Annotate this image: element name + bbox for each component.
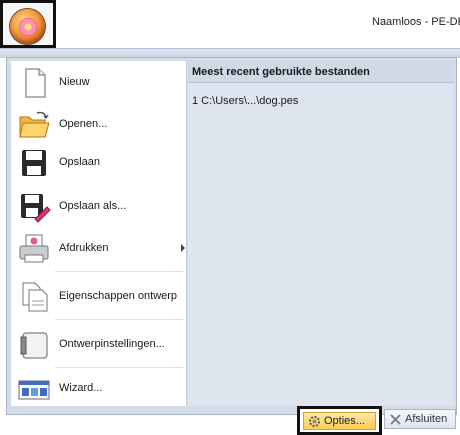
menu-item-label: Nieuw [59,76,90,88]
menu-item-label: Wizard... [59,382,103,394]
menu-separator [55,319,183,320]
menu-commands: Nieuw Openen... Opslaan Opslaan als... A… [11,61,187,406]
close-icon [390,413,401,425]
menu-item-label: Openen... [59,118,108,130]
recent-files-header: Meest recent gebruikte bestanden [188,61,454,83]
menu-item-opslaan[interactable]: Opslaan [11,141,187,185]
menu-item-wizard[interactable]: Wizard... [11,367,187,411]
exit-button-label: Afsluiten [405,413,448,425]
open-folder-icon [19,111,50,138]
menu-separator [55,271,183,272]
save-as-icon [21,194,51,223]
menu-item-label: Opslaan als... [59,200,127,212]
design-settings-icon [20,332,48,359]
recent-files-panel: Meest recent gebruikte bestanden 1 C:\Us… [188,61,454,406]
gear-icon [309,415,320,427]
options-button-frame: Opties... [297,406,382,435]
new-document-icon [25,68,46,98]
window-title: Naamloos - PE-DE [372,16,460,28]
wizard-icon [18,380,50,400]
menu-item-label: Eigenschappen ontwerp [59,290,178,302]
menu-item-label: Afdrukken [59,242,109,254]
menu-item-eigenschappen-ontwerp[interactable]: Eigenschappen ontwerp [11,275,187,319]
exit-button[interactable]: Afsluiten [384,409,456,429]
menu-item-nieuw[interactable]: Nieuw [11,61,187,105]
design-properties-icon [22,282,48,312]
recent-file-item[interactable]: 1 C:\Users\...\dog.pes [192,95,298,107]
menu-item-label: Opslaan [59,156,100,168]
menu-item-opslaan-als[interactable]: Opslaan als... [11,185,187,229]
application-button[interactable] [0,0,56,48]
options-button-label: Opties... [324,415,365,427]
options-button[interactable]: Opties... [303,412,376,430]
print-icon [19,234,49,263]
submenu-arrow-icon [181,244,185,252]
title-bar: Naamloos - PE-DE [0,0,460,48]
application-menu: Nieuw Openen... Opslaan Opslaan als... A… [6,57,457,415]
menu-item-ontwerpinstellingen[interactable]: Ontwerpinstellingen... [11,323,187,367]
menu-item-afdrukken[interactable]: Afdrukken [11,227,187,271]
app-logo-icon [10,9,45,44]
save-icon [22,150,46,176]
menu-item-label: Ontwerpinstellingen... [59,338,165,350]
